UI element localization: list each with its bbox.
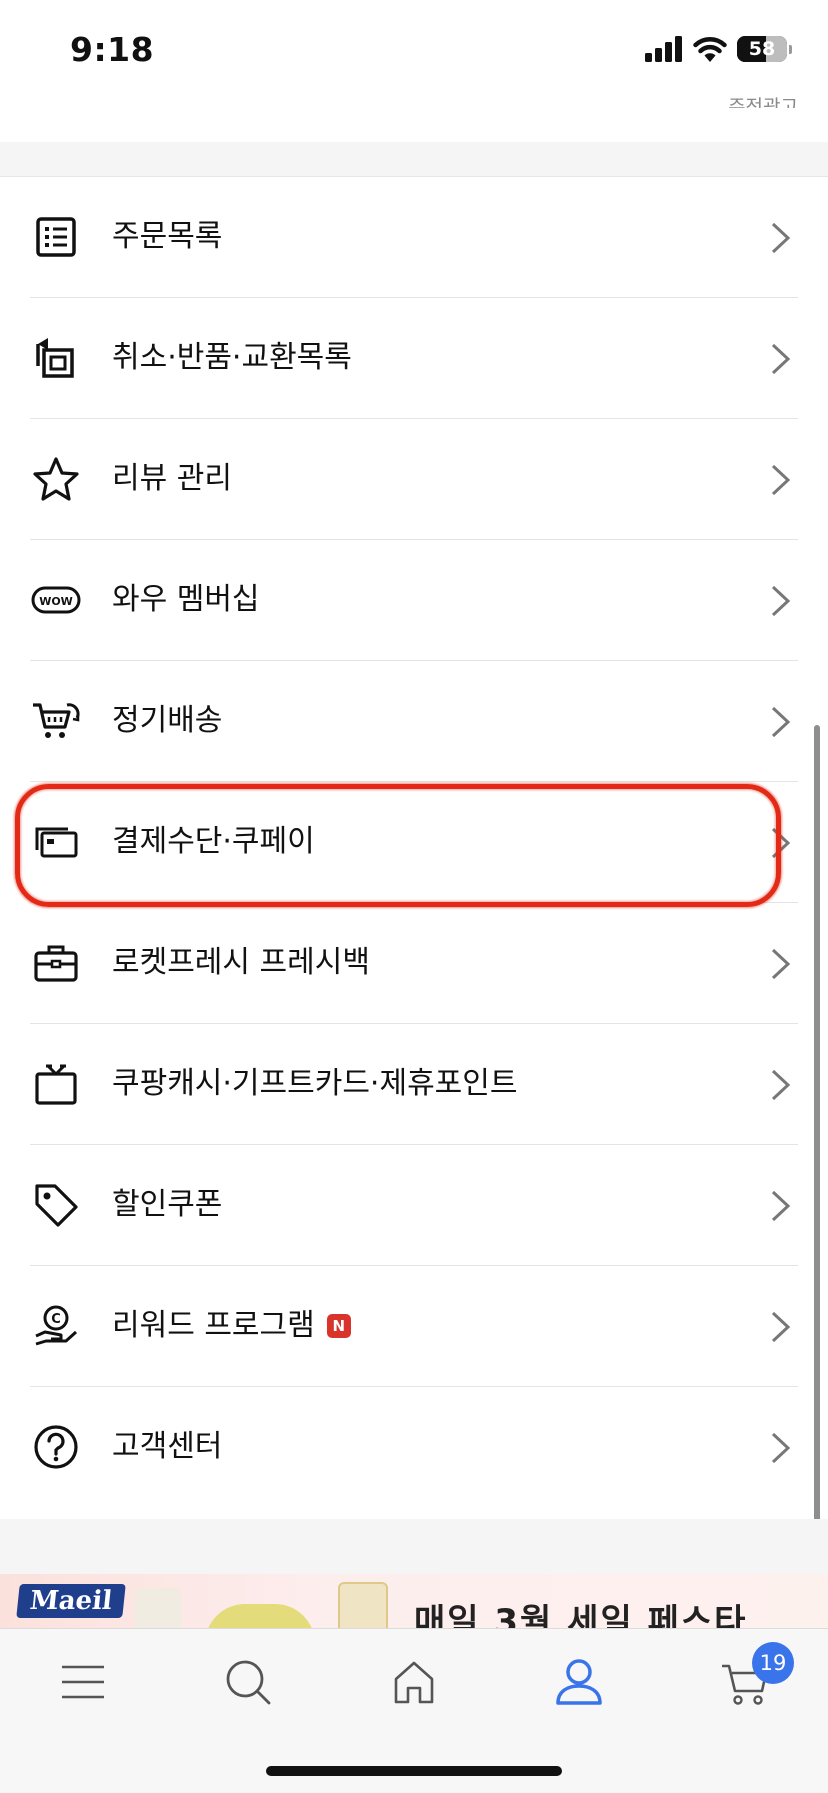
highlight-annotation — [15, 784, 781, 907]
coin-text: C — [51, 1312, 61, 1327]
chevron-right-icon — [771, 464, 791, 496]
menu-item-label: 정기배송 — [112, 703, 223, 738]
menu-item-cancel-return[interactable]: 취소·반품·교환목록 — [0, 298, 828, 419]
header-area — [0, 96, 828, 142]
cart-refresh-icon — [26, 691, 86, 751]
wow-badge-icon: WOW — [26, 570, 86, 630]
menu-item-coupons[interactable]: 할인쿠폰 — [0, 1145, 828, 1266]
status-icons: 58 — [645, 34, 792, 64]
scrollbar[interactable] — [814, 725, 820, 1570]
status-bar: 9:18 58 — [0, 0, 828, 96]
wifi-icon — [693, 37, 727, 62]
tab-profile[interactable] — [544, 1647, 614, 1717]
return-box-icon — [26, 328, 86, 388]
menu-item-label: 고객센터 — [112, 1429, 223, 1464]
menu-item-subscription[interactable]: 정기배송 — [0, 661, 828, 782]
search-icon — [226, 1660, 271, 1705]
section-separator — [0, 142, 828, 177]
menu-item-cash-gift[interactable]: 쿠팡캐시·기프트카드·제휴포인트 — [0, 1024, 828, 1145]
menu-item-fresh-bag[interactable]: 로켓프레시 프레시백 — [0, 903, 828, 1024]
question-icon — [26, 1417, 86, 1477]
menu-item-label: 취소·반품·교환목록 — [112, 340, 352, 375]
new-badge: N — [326, 1314, 351, 1338]
product-image — [205, 1604, 315, 1628]
banner-text: 매일 3월 세일 페스타 — [414, 1602, 748, 1628]
menu-item-rewards[interactable]: C 리워드 프로그램 N — [0, 1266, 828, 1387]
brand-logo: Maeil — [16, 1584, 126, 1618]
gift-icon — [26, 1054, 86, 1114]
menu-item-label: 로켓프레시 프레시백 — [112, 945, 370, 980]
home-indicator — [266, 1766, 562, 1776]
wow-badge-text: WOW — [39, 595, 73, 608]
star-icon — [26, 449, 86, 509]
menu-item-label: 와우 멤버십 — [112, 582, 260, 617]
chevron-right-icon — [771, 585, 791, 617]
menu-item-label: 리뷰 관리 — [112, 461, 232, 496]
tab-home[interactable] — [379, 1647, 449, 1717]
battery-level-text: 58 — [748, 38, 776, 60]
battery-icon: 58 — [737, 36, 787, 62]
menu-item-label: 쿠팡캐시·기프트카드·제휴포인트 — [112, 1066, 518, 1101]
chevron-right-icon — [771, 1432, 791, 1464]
home-icon — [394, 1661, 434, 1704]
menu-item-label: 리워드 프로그램 N — [112, 1306, 351, 1346]
signal-icon — [645, 36, 682, 62]
ad-label: 주전광고 — [728, 96, 798, 108]
chevron-right-icon — [771, 1311, 791, 1343]
cart-count-badge: 19 — [752, 1642, 794, 1684]
promo-banner[interactable]: Maeil 매일 3월 세일 페스타 — [0, 1574, 828, 1628]
product-image — [338, 1582, 388, 1628]
section-separator-bottom — [0, 1519, 828, 1574]
chevron-right-icon — [771, 1190, 791, 1222]
menu-item-label-text: 리워드 프로그램 — [112, 1308, 315, 1343]
menu-item-wow[interactable]: WOW 와우 멤버십 — [0, 540, 828, 661]
tab-search[interactable] — [213, 1647, 283, 1717]
tag-icon — [26, 1175, 86, 1235]
order-list-icon — [26, 207, 86, 267]
menu-item-label: 할인쿠폰 — [112, 1187, 223, 1222]
chevron-right-icon — [771, 343, 791, 375]
menu-item-reviews[interactable]: 리뷰 관리 — [0, 419, 828, 540]
chevron-right-icon — [771, 706, 791, 738]
profile-icon — [556, 1659, 602, 1705]
status-time: 9:18 — [70, 30, 155, 69]
coin-hand-icon: C — [26, 1296, 86, 1356]
battery-cap — [789, 44, 792, 54]
chevron-right-icon — [771, 1069, 791, 1101]
menu-icon — [62, 1665, 104, 1699]
tab-menu[interactable] — [48, 1647, 118, 1717]
chevron-right-icon — [771, 222, 791, 254]
menu-item-label: 주문목록 — [112, 219, 223, 254]
menu-item-support[interactable]: 고객센터 — [0, 1387, 828, 1508]
chevron-right-icon — [771, 948, 791, 980]
menu-item-orders[interactable]: 주문목록 — [0, 177, 828, 298]
bag-icon — [26, 933, 86, 993]
product-image — [135, 1588, 181, 1628]
